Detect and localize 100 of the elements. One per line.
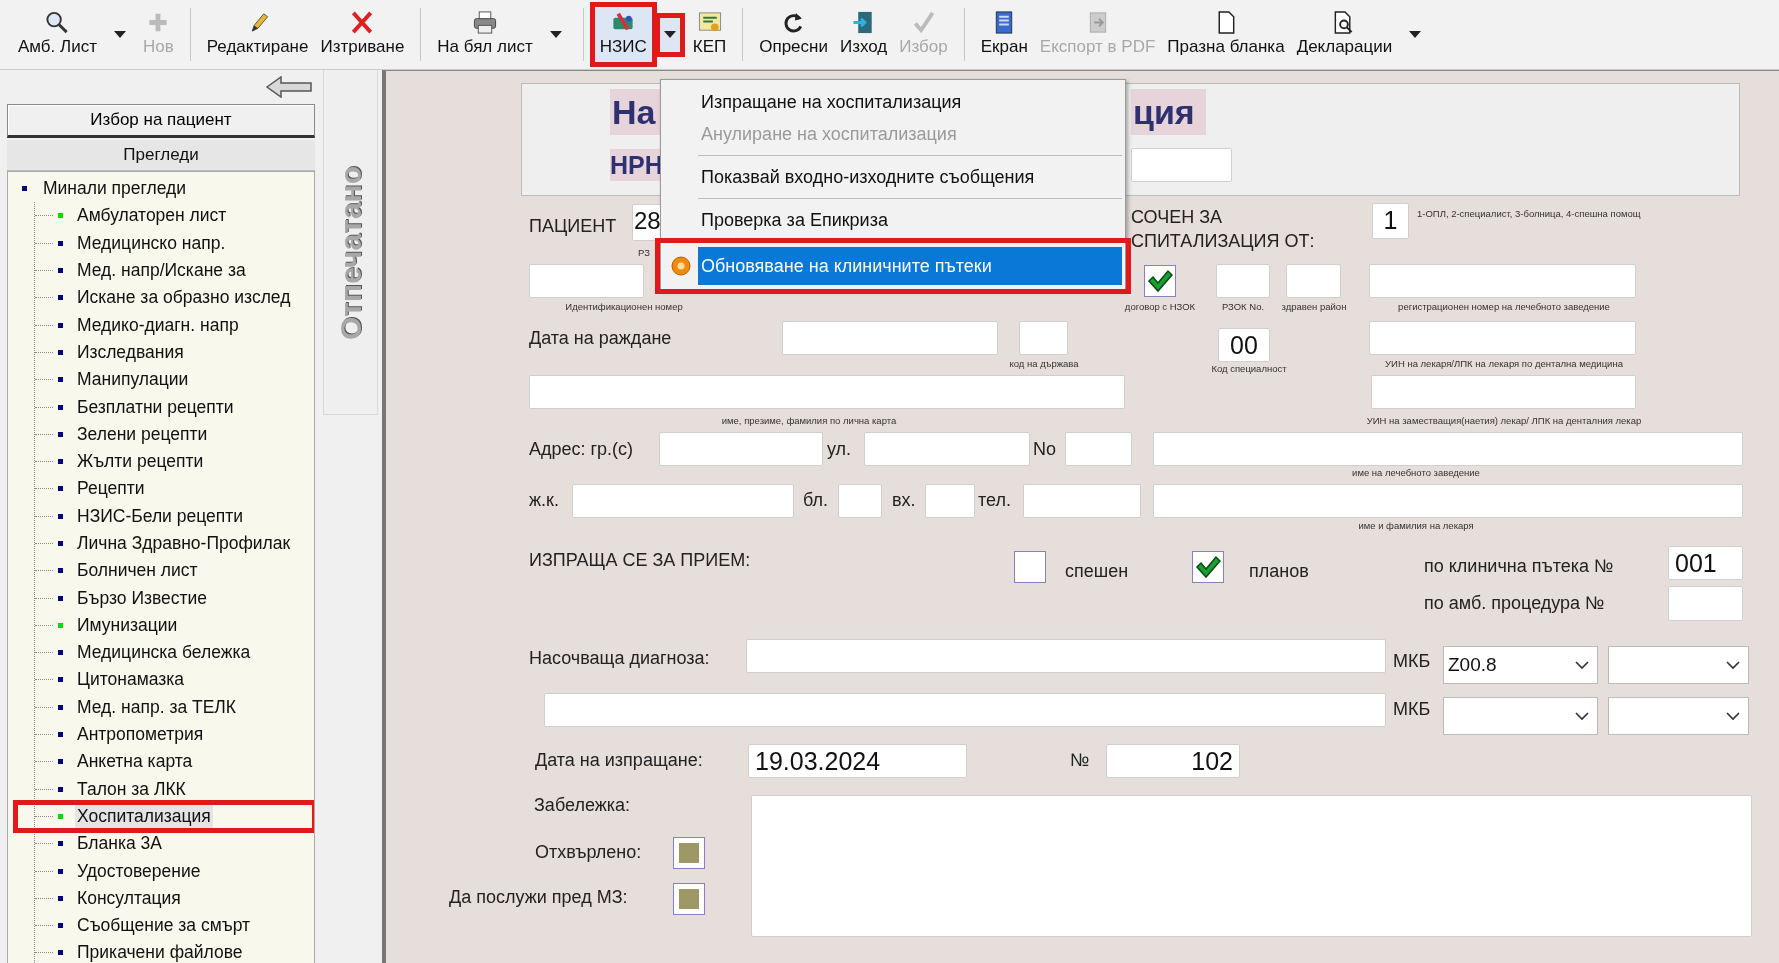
toolbar-button[interactable]: На бял лист xyxy=(431,6,539,63)
input-field[interactable] xyxy=(544,693,1386,727)
tree-item[interactable]: Хоспитализация xyxy=(75,804,213,828)
input-field[interactable] xyxy=(838,484,882,518)
back-arrow-button[interactable] xyxy=(265,76,313,98)
toolbar-button[interactable]: Редактиране xyxy=(200,6,315,63)
tree-item[interactable]: Рецепти xyxy=(75,477,147,501)
toolbar-button[interactable]: Амб. Лист xyxy=(12,6,103,63)
tree-item[interactable]: Бланка 3А xyxy=(75,832,164,856)
input-field[interactable] xyxy=(864,432,1030,466)
input-field[interactable] xyxy=(1216,264,1270,298)
input-field[interactable] xyxy=(1369,321,1636,355)
tree-item[interactable]: Бързо Известие xyxy=(75,586,210,610)
tree-item[interactable]: Имунизации xyxy=(75,613,180,637)
toolbar-button[interactable]: КЕП xyxy=(686,6,733,63)
field-label: планов xyxy=(1249,560,1309,582)
tree-item[interactable]: Мед. напр. за ТЕЛК xyxy=(75,695,239,719)
field-label: вх. xyxy=(892,489,916,511)
toolbar-button[interactable]: Опресни xyxy=(753,6,834,63)
field-caption: регистрационен номер на лечебното заведение xyxy=(1398,301,1610,313)
checkbox[interactable] xyxy=(1144,265,1176,297)
tree-item[interactable]: Медико-диагн. напр xyxy=(75,313,241,337)
input-field[interactable] xyxy=(1153,484,1743,518)
input-field[interactable] xyxy=(925,484,975,518)
tree-item[interactable]: Изследвания xyxy=(75,340,186,364)
tree-item[interactable]: Цитонамазка xyxy=(75,668,187,692)
tree-item[interactable]: Медицинска бележка xyxy=(75,641,253,665)
input-field[interactable] xyxy=(1668,586,1743,621)
menu-item[interactable]: Проверка за Епикриза xyxy=(698,204,1122,236)
input-field[interactable] xyxy=(1131,148,1232,182)
toolbar-button[interactable]: Изтриване xyxy=(314,6,411,63)
dropdown-field[interactable]: Z00.8 xyxy=(1443,646,1598,684)
input-field[interactable] xyxy=(659,432,823,466)
input-field[interactable]: 001 xyxy=(1668,546,1743,580)
tree-item[interactable]: Удостоверение xyxy=(75,859,203,883)
field-label: Отхвърлено: xyxy=(535,841,642,863)
dropdown-field[interactable] xyxy=(1608,697,1749,735)
field-caption: Идентификационен номер xyxy=(565,301,683,313)
checkbox[interactable] xyxy=(1014,551,1046,583)
input-field[interactable] xyxy=(529,375,1125,409)
input-field[interactable] xyxy=(529,264,644,298)
menu-item[interactable]: Обновяване на клиничните пътеки xyxy=(698,247,1122,285)
tree-item[interactable]: Талон за ЛКК xyxy=(75,777,188,801)
input-field[interactable] xyxy=(1023,484,1141,518)
tree-item[interactable]: Безплатни рецепти xyxy=(75,395,236,419)
dropdown-field[interactable] xyxy=(1608,646,1749,684)
field-label: СОЧЕН ЗА xyxy=(1131,206,1223,228)
field-label: № xyxy=(1070,749,1090,771)
chevron-icon xyxy=(1575,711,1589,721)
field-label: ул. xyxy=(827,438,852,460)
tree-item[interactable]: Анкетна карта xyxy=(75,750,195,774)
field-label: Забележка: xyxy=(534,794,631,816)
note-field[interactable] xyxy=(751,795,1752,937)
tree-item[interactable]: Съобщение за смърт xyxy=(75,914,252,938)
tree-item[interactable]: Болничен лист xyxy=(75,559,200,583)
field-caption: 1-ОПЛ, 2-специалист, 3-болница, 4-спешна помощ xyxy=(1417,208,1641,220)
field-caption: здравен район xyxy=(1281,301,1347,313)
input-field[interactable]: 00 xyxy=(1218,328,1270,362)
input-field[interactable]: 19.03.2024 xyxy=(748,744,967,778)
input-field[interactable] xyxy=(572,484,794,518)
field-label: Дата на раждане xyxy=(529,327,672,349)
tree-item[interactable]: Прикачени файлове xyxy=(75,941,245,963)
input-field[interactable] xyxy=(1371,375,1636,409)
checkbox[interactable] xyxy=(1192,551,1224,583)
toolbar-button[interactable]: Екран xyxy=(974,6,1034,63)
input-field[interactable] xyxy=(782,321,998,355)
field-label: ПАЦИЕНТ xyxy=(529,215,617,237)
input-field[interactable] xyxy=(1065,432,1132,466)
toolbar-button[interactable]: Празна бланка xyxy=(1161,6,1291,63)
input-field[interactable] xyxy=(1153,432,1743,466)
field-label: МКБ xyxy=(1393,650,1431,672)
tree-item[interactable]: Лична Здравно-Профилак xyxy=(75,532,293,555)
field-caption: име на лечебното заведение xyxy=(1352,467,1480,479)
tree-item[interactable]: Антропометрия xyxy=(75,723,206,747)
toolbar-button[interactable]: Декларации xyxy=(1290,6,1399,63)
field-label: No xyxy=(1033,438,1056,460)
tree-item[interactable]: Амбулаторен лист xyxy=(75,204,229,228)
select-patient-button[interactable]: Избор на пациент xyxy=(7,104,315,138)
form-title: ция xyxy=(1131,89,1206,135)
tree-item[interactable]: Искане за образно изслед xyxy=(75,286,293,310)
caret-icon xyxy=(549,30,562,39)
menu-item[interactable]: Изпращане на хоспитализация xyxy=(698,86,1122,118)
tree-item[interactable]: Мед. напр/Искане за xyxy=(75,259,248,283)
tree-item[interactable]: Медицинско напр. xyxy=(75,231,228,255)
tree-item[interactable]: Зелени рецепти xyxy=(75,422,210,446)
tree-item[interactable]: Консултация xyxy=(75,886,183,910)
tree-item[interactable]: Минали прегледи xyxy=(41,177,189,201)
input-field[interactable] xyxy=(746,639,1386,673)
input-field[interactable] xyxy=(1019,321,1068,355)
field-label: спешен xyxy=(1065,560,1129,582)
input-field[interactable] xyxy=(1369,264,1636,298)
toolbar-button[interactable]: Изход xyxy=(833,6,894,63)
tree-item[interactable]: Жълти рецепти xyxy=(75,450,206,474)
input-field[interactable] xyxy=(1286,264,1341,298)
dropdown-field[interactable] xyxy=(1443,697,1598,735)
input-field[interactable]: 102 xyxy=(1106,744,1240,778)
input-field[interactable]: 1 xyxy=(1372,203,1409,239)
menu-item[interactable]: Показвай входно-изходните съобщения xyxy=(698,161,1122,193)
tree-item[interactable]: Манипулации xyxy=(75,368,191,392)
tree-item[interactable]: НЗИС-Бели рецепти xyxy=(75,504,246,528)
